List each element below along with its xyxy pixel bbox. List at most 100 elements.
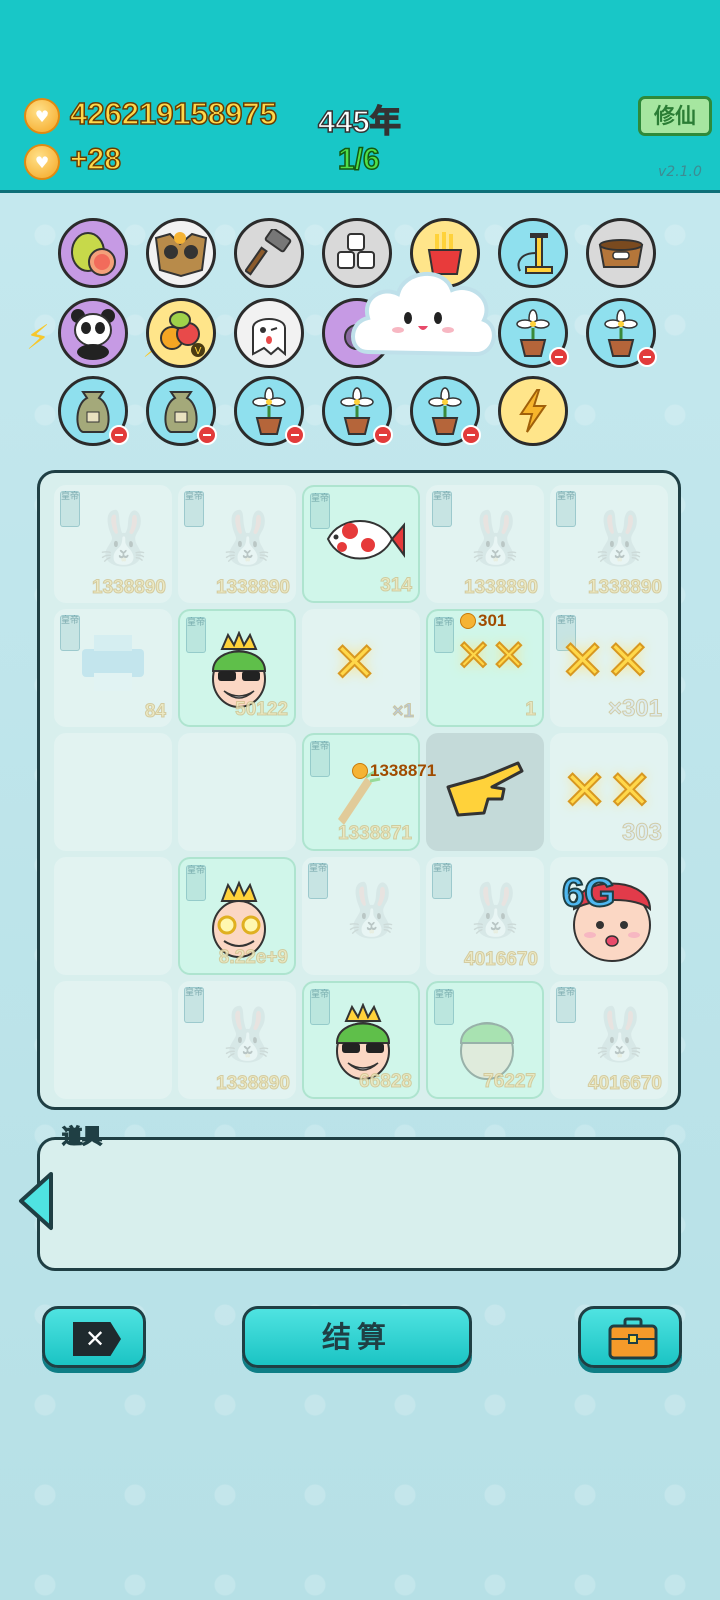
board-cell[interactable]: 皇帝 314 (302, 485, 420, 603)
hammer-icon[interactable] (234, 218, 304, 288)
cell-value: 66828 (359, 1071, 413, 1093)
flower-pot-icon[interactable] (322, 376, 393, 446)
flower-pot-icon[interactable] (586, 298, 657, 368)
flower-pot-icon[interactable] (498, 298, 569, 368)
pump-icon[interactable] (498, 218, 568, 288)
coin-rate: +28 (69, 142, 121, 177)
remove-icon[interactable] (549, 347, 569, 367)
board-cell[interactable]: 皇帝 🐰 1338890 (178, 485, 296, 603)
rank-tag: 皇帝 (434, 617, 454, 653)
coin-rate-icon: ♥ (24, 144, 60, 180)
rabbit-icon: 🐰 (463, 881, 528, 941)
coin-pickup: 301 (460, 611, 506, 631)
board-cell[interactable]: 皇帝 50122 (178, 609, 296, 727)
fruit-bundle-icon[interactable]: V (146, 298, 216, 368)
panda-icon[interactable] (58, 298, 128, 368)
board-cell[interactable]: 皇帝 🐰 4016670 (426, 857, 544, 975)
board-cell[interactable]: 6G (550, 857, 668, 975)
year-counter: 445年 (317, 103, 401, 140)
cultivate-button[interactable]: 修仙 (638, 96, 712, 136)
board-cell[interactable] (54, 733, 172, 851)
rank-tag: 皇帝 (308, 863, 328, 899)
tools-panel (37, 1137, 681, 1271)
flower-pot-icon[interactable] (234, 376, 305, 446)
board-cell[interactable]: 皇帝 76227 (426, 981, 544, 1099)
board-cell[interactable]: 皇帝 66828 (302, 981, 420, 1099)
rabbit-icon: 🐰 (215, 509, 280, 569)
cell-value: 1338890 (92, 577, 167, 599)
board-cell[interactable]: 皇帝 🐰 1338890 (178, 981, 296, 1099)
flower-pot-icon[interactable] (410, 376, 481, 446)
cell-value: ×301 (607, 695, 662, 723)
remove-icon[interactable] (285, 425, 305, 445)
board-cell[interactable] (54, 981, 172, 1099)
stage-progress: 1/6 (337, 142, 380, 177)
remove-icon[interactable] (197, 425, 217, 445)
board-cell[interactable] (426, 733, 544, 851)
pomelo-icon[interactable] (58, 218, 128, 288)
cell-value: 84 (144, 701, 166, 723)
version-label: v2.1.0 (658, 164, 702, 180)
remove-icon[interactable] (373, 425, 393, 445)
rabbit-icon: 🐰 (215, 1005, 280, 1065)
cell-value: ×1 (392, 701, 415, 723)
pet-food-icon[interactable] (586, 218, 656, 288)
cloud-mascot-icon (351, 272, 496, 357)
backpack-button[interactable] (578, 1306, 682, 1368)
board-cell[interactable] (178, 733, 296, 851)
close-button[interactable]: ✕ (42, 1306, 146, 1368)
board-cell[interactable]: 皇帝 🐰 (302, 857, 420, 975)
rabbit-icon: 🐰 (587, 1005, 652, 1065)
settle-label: 结算 (321, 1320, 392, 1354)
rank-tag: 皇帝 (60, 491, 80, 527)
cell-value: 1 (525, 699, 537, 721)
board-cell[interactable]: ✕ ×1 (302, 609, 420, 727)
lightning-icon[interactable] (498, 376, 568, 446)
board-cell[interactable]: 皇帝 1338871 (302, 733, 420, 851)
svg-text:V: V (195, 346, 202, 357)
board-cell[interactable]: 皇帝 🐰 1338890 (550, 485, 668, 603)
merge-spark-icon: ✕ (331, 630, 378, 695)
lightning-icon: ⚡ (26, 318, 50, 358)
rank-tag: 皇帝 (556, 987, 576, 1023)
rank-tag: 皇帝 (60, 615, 80, 651)
cell-value: 50122 (235, 699, 289, 721)
cell-value: 1338871 (338, 823, 413, 845)
remove-icon[interactable] (109, 425, 129, 445)
cell-value: 4016670 (464, 949, 539, 971)
ghost-icon[interactable] (234, 298, 304, 368)
seed-bag-icon[interactable] (58, 376, 129, 446)
remove-icon[interactable] (461, 425, 481, 445)
close-icon: ✕ (73, 1322, 121, 1356)
board-cell[interactable] (54, 857, 172, 975)
cell-value: 303 (621, 819, 662, 847)
printer-icon (82, 635, 144, 691)
coin-pickup: 1338871 (352, 761, 436, 781)
seed-bag-icon[interactable] (146, 376, 217, 446)
rank-tag: 皇帝 (432, 863, 452, 899)
pointing-hand-icon (446, 761, 524, 817)
merge-spark-icon: ✕✕ (561, 758, 653, 823)
board-cell[interactable]: 皇帝 🐰 1338890 (426, 485, 544, 603)
rabbit-icon: 🐰 (339, 881, 404, 941)
coin-icon (352, 763, 368, 779)
left-arrow-icon[interactable] (15, 1170, 57, 1232)
cell-value: 1338890 (216, 577, 291, 599)
board-cell[interactable]: 皇帝 🐰 1338890 (54, 485, 172, 603)
board-cell[interactable]: 皇帝 8.22e+9 (178, 857, 296, 975)
tools-label: 道具 (61, 1123, 102, 1148)
rabbit-icon: 🐰 (587, 509, 652, 569)
owl-icon[interactable] (146, 218, 216, 288)
cell-value: 76227 (483, 1071, 537, 1093)
rabbit-icon: 🐰 (91, 509, 156, 569)
board-cell[interactable]: 皇帝 🐰 4016670 (550, 981, 668, 1099)
rabbit-icon: 🐰 (463, 509, 528, 569)
board-cell[interactable]: 皇帝 84 (54, 609, 172, 727)
board-cell[interactable]: 皇帝 ✕✕ ×301 (550, 609, 668, 727)
settle-button[interactable]: 结算 (242, 1306, 472, 1368)
merge-board: 皇帝 🐰 1338890 皇帝 🐰 1338890 皇帝 314 皇帝 🐰 13… (37, 470, 681, 1110)
rank-tag: 皇帝 (184, 987, 204, 1023)
cell-value: 1338890 (464, 577, 539, 599)
remove-icon[interactable] (637, 347, 657, 367)
board-cell[interactable]: ✕✕ 303 (550, 733, 668, 851)
